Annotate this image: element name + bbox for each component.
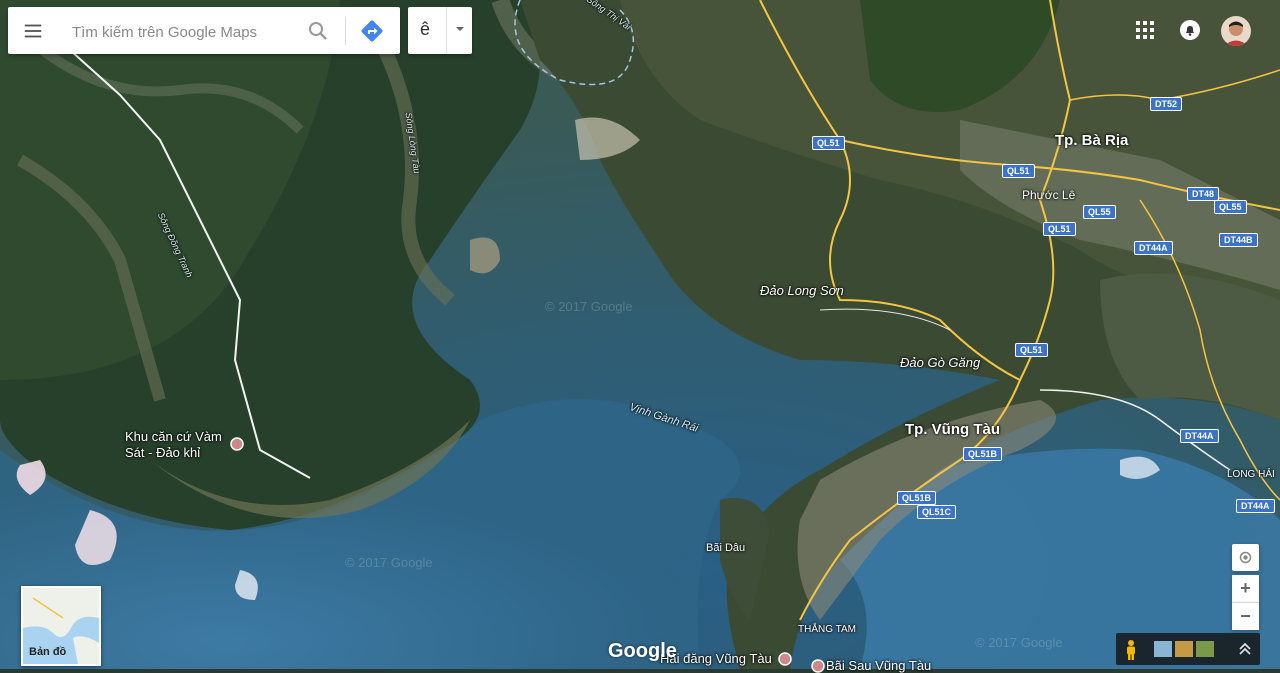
route-shield: QL51 xyxy=(1015,343,1048,357)
search-box xyxy=(8,7,400,54)
poi-marker-icon[interactable] xyxy=(230,437,244,451)
zoom-out-button[interactable]: − xyxy=(1232,603,1259,630)
map-watermark: © 2017 Google xyxy=(975,635,1063,650)
directions-icon[interactable] xyxy=(358,17,386,45)
zoom-out-label: − xyxy=(1240,606,1251,626)
route-shield: QL51 xyxy=(1043,222,1076,236)
satellite-map[interactable] xyxy=(0,0,1280,669)
expand-chevron-icon[interactable] xyxy=(1236,640,1254,658)
place-label[interactable]: LONG HẢI xyxy=(1227,469,1275,480)
notifications-bell-icon[interactable] xyxy=(1179,19,1201,41)
minimap-label: Bản đồ xyxy=(29,646,67,658)
map-watermark: © 2017 Google xyxy=(345,555,433,570)
user-avatar[interactable] xyxy=(1221,16,1251,46)
place-label[interactable]: Phước Lê xyxy=(1022,188,1075,202)
zoom-in-label: + xyxy=(1240,578,1251,598)
my-location-button[interactable] xyxy=(1232,544,1259,571)
route-shield: DT52 xyxy=(1150,97,1183,111)
google-logo: Google xyxy=(608,640,677,662)
route-shield: QL55 xyxy=(1083,205,1116,219)
route-shield: QL51 xyxy=(812,136,845,150)
poi-marker-icon[interactable] xyxy=(778,652,792,666)
route-shield: DT48 xyxy=(1187,187,1220,201)
search-icon[interactable] xyxy=(306,19,330,43)
route-shield: QL51B xyxy=(963,447,1003,461)
poi-marker-icon[interactable] xyxy=(811,659,825,673)
place-label[interactable]: Đảo Long Sơn xyxy=(760,283,844,298)
route-shield: QL55 xyxy=(1214,200,1247,214)
place-label[interactable]: Bãi Dâu xyxy=(706,542,745,554)
route-shield: QL51 xyxy=(1002,164,1035,178)
search-divider xyxy=(345,17,346,45)
menu-icon[interactable] xyxy=(22,20,44,42)
route-shield: DT44A xyxy=(1180,429,1219,443)
place-label[interactable]: Tp. Bà Rịa xyxy=(1055,132,1128,149)
language-selector[interactable]: ê xyxy=(408,7,472,54)
route-shield: DT44B xyxy=(1219,233,1258,247)
place-label[interactable]: Bãi Sau Vũng Tàu xyxy=(826,658,931,673)
route-shield: QL51B xyxy=(897,491,937,505)
place-label[interactable]: Khu căn cứ Vàm Sát - Đảo khỉ xyxy=(125,429,230,461)
route-shield: DT44A xyxy=(1134,241,1173,255)
map-type-toggle[interactable]: Bản đồ xyxy=(21,586,101,666)
map-watermark: © 2017 Google xyxy=(545,299,633,314)
language-divider xyxy=(446,7,447,54)
search-input[interactable] xyxy=(70,19,304,45)
caret-down-icon[interactable] xyxy=(452,21,468,37)
imagery-thumbnails[interactable] xyxy=(1154,641,1216,657)
pegman-icon[interactable] xyxy=(1124,639,1138,661)
language-label: ê xyxy=(420,19,431,39)
zoom-in-button[interactable]: + xyxy=(1232,575,1259,603)
route-shield: QL51C xyxy=(917,505,957,519)
place-label[interactable]: Tp. Vũng Tàu xyxy=(905,421,1000,438)
place-label[interactable]: Đảo Gò Găng xyxy=(900,355,980,370)
route-shield: DT44A xyxy=(1236,499,1275,513)
place-label[interactable]: THẮNG TAM xyxy=(798,624,856,635)
apps-grid-icon[interactable] xyxy=(1134,19,1156,41)
imagery-strip xyxy=(1116,633,1260,665)
my-location-icon xyxy=(1239,551,1252,564)
